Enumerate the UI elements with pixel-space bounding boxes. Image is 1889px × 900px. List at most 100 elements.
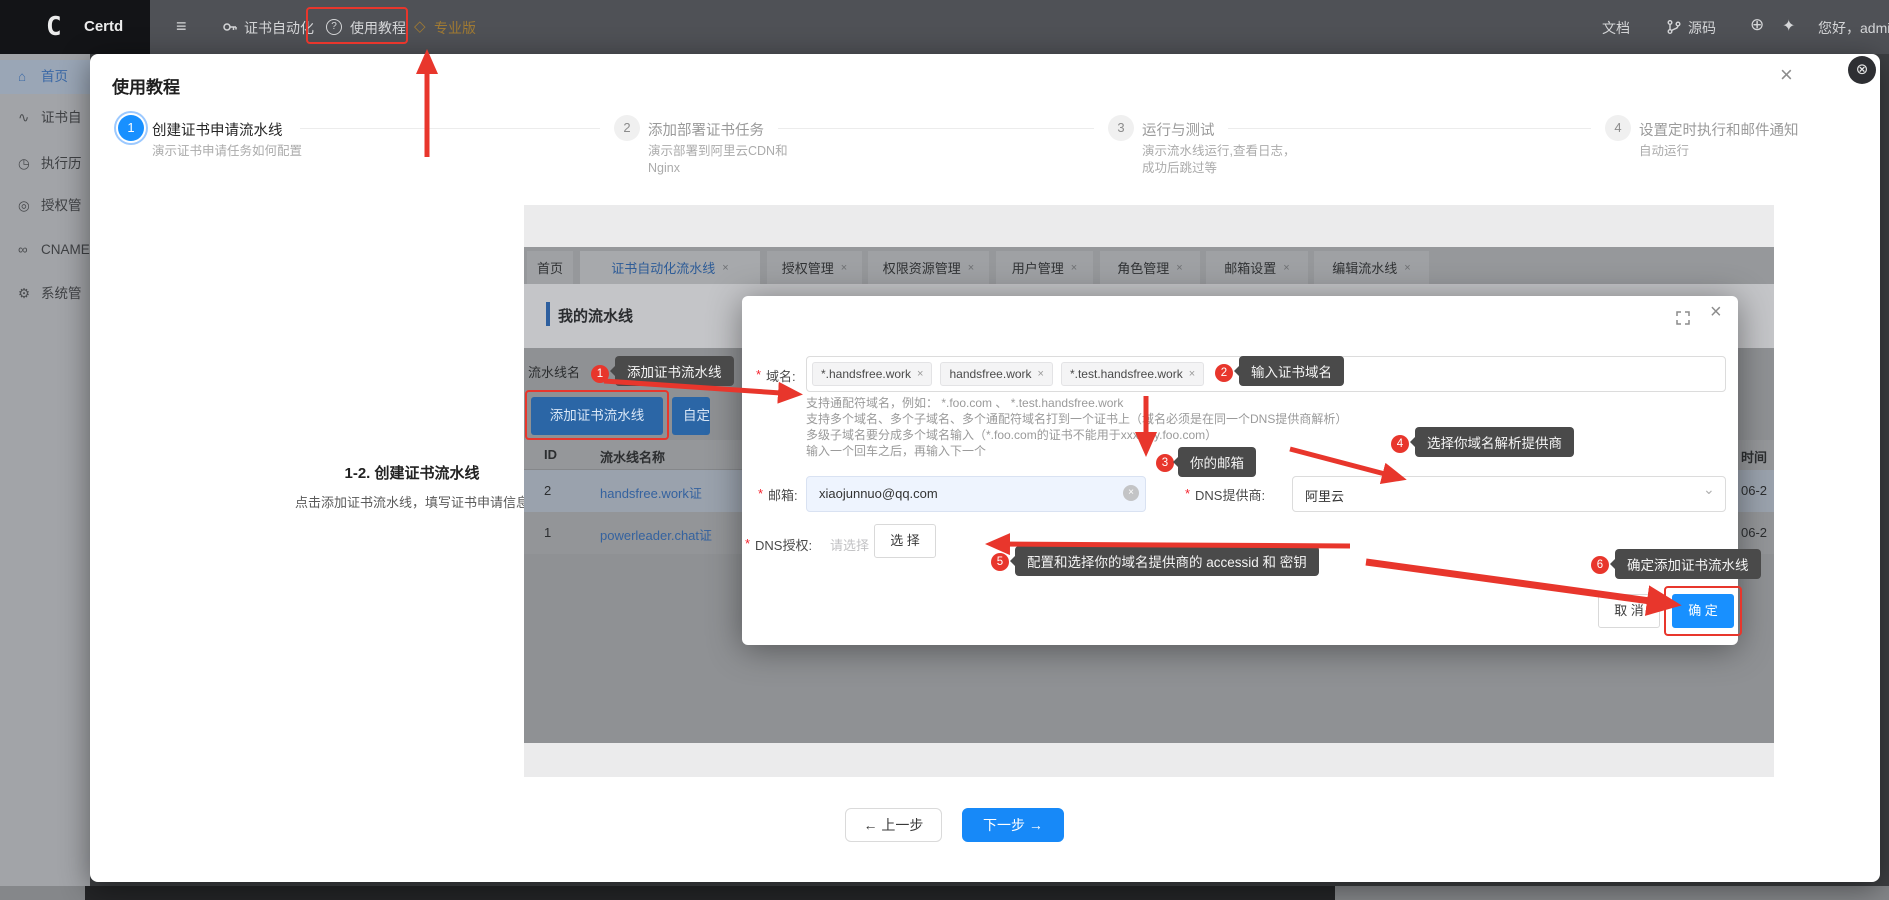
tooltip-arrow	[1410, 437, 1415, 447]
table-time-header: 时间	[1738, 440, 1774, 470]
step-1-dot: 1	[118, 115, 144, 141]
tab-close-icon[interactable]: ×	[1283, 262, 1289, 274]
tab-auth-manage[interactable]: 授权管理 ×	[767, 251, 862, 284]
row-pipeline-link[interactable]: handsfree.work证	[600, 483, 702, 502]
sidebar-item-history[interactable]: ◷执行历	[0, 147, 90, 181]
brand-title: Certd	[84, 18, 123, 35]
step-4-dot: 4	[1605, 115, 1631, 141]
prev-step-button[interactable]: ← 上一步	[845, 808, 942, 842]
custom-pipeline-button[interactable]: 自定	[672, 397, 710, 435]
certd-logo-icon: C	[46, 12, 62, 42]
domain-field-label: 域名:	[766, 366, 796, 385]
email-value: xiaojunnuo@qq.com	[819, 486, 938, 501]
tag-label: handsfree.work	[949, 367, 1031, 381]
dns-auth-placeholder: 请选择	[830, 535, 869, 554]
annotation-tip-6: 确定添加证书流水线	[1615, 549, 1761, 579]
git-branch-icon	[1666, 19, 1682, 35]
user-greeting[interactable]: 您好，admin	[1818, 18, 1889, 38]
tag-close-icon[interactable]: ×	[1038, 368, 1044, 380]
sidebar-item-cert-automation[interactable]: ∿证书自	[0, 101, 90, 135]
step-connector	[300, 128, 600, 129]
chevron-down-icon: ⌄	[1703, 481, 1715, 498]
shot-header-strip	[524, 205, 1774, 247]
pagetitle-accent-bar	[546, 302, 550, 326]
tab-email-settings[interactable]: 邮箱设置 ×	[1206, 251, 1308, 284]
annotation-tip-5: 配置和选择你的域名提供商的 accessid 和 密钥	[1015, 546, 1319, 576]
tab-permission-manage[interactable]: 权限资源管理 ×	[868, 251, 989, 284]
nav-source-code[interactable]: 源码	[1688, 18, 1716, 38]
tag-close-icon[interactable]: ×	[917, 368, 923, 380]
globe-icon[interactable]: ⊕	[1750, 15, 1764, 35]
modal-close-icon[interactable]: ×	[1780, 62, 1793, 88]
next-step-button[interactable]: 下一步 →	[962, 808, 1064, 842]
nav-cert-automation[interactable]: 证书自动化	[244, 18, 314, 38]
step-1-desc: 演示证书申请任务如何配置	[152, 143, 312, 160]
row-pipeline-link[interactable]: powerleader.chat证	[600, 525, 712, 544]
table-col-id: ID	[544, 447, 557, 462]
tooltip-text: 输入证书域名	[1251, 365, 1332, 380]
annotation-badge-4: 4	[1391, 435, 1409, 453]
sidebar-item-label: 授权管	[41, 198, 82, 213]
sidebar-item-home[interactable]: ⌂首页	[0, 60, 90, 94]
nav-tutorial[interactable]: 使用教程	[350, 18, 406, 38]
clear-input-icon[interactable]: ×	[1123, 485, 1139, 501]
domain-help-line: 多级子域名要分成多个域名输入（*.foo.com的证书不能用于xxx.yyy.f…	[806, 426, 1217, 443]
sidebar-item-auth[interactable]: ◎授权管	[0, 189, 90, 223]
fullscreen-icon[interactable]	[1675, 310, 1691, 326]
domain-tag[interactable]: handsfree.work ×	[940, 362, 1052, 386]
sidebar-collapse-icon[interactable]: ≡	[176, 16, 187, 37]
sidebar-item-system[interactable]: ⚙系统管	[0, 277, 90, 311]
tab-close-icon[interactable]: ×	[1071, 262, 1077, 274]
floating-close-button[interactable]: ⊗	[1848, 56, 1876, 84]
step-2-dot: 2	[614, 115, 640, 141]
domain-tag[interactable]: *.test.handsfree.work ×	[1061, 362, 1204, 386]
step-4-title: 设置定时执行和邮件通知	[1639, 119, 1799, 140]
tab-role-manage[interactable]: 角色管理 ×	[1100, 251, 1200, 284]
cancel-button[interactable]: 取 消	[1598, 594, 1660, 628]
table-time-cell: 06-2	[1738, 470, 1774, 512]
tab-home[interactable]: 首页	[527, 251, 573, 284]
step-connector	[778, 128, 1094, 129]
required-asterisk: *	[756, 367, 761, 382]
sidebar-item-label: 证书自	[41, 110, 82, 125]
step-2-title: 添加部署证书任务	[648, 119, 764, 140]
required-asterisk: *	[1185, 486, 1190, 501]
screen: C Certd ≡ 证书自动化 ? 使用教程 ◇ 专业版 文档 源码 ⊕ ✦ 您…	[0, 0, 1889, 900]
dns-provider-value: 阿里云	[1305, 486, 1344, 505]
domain-tag-list: *.handsfree.work× handsfree.work × *.test…	[812, 362, 1204, 386]
time-value: 06-2	[1741, 483, 1767, 498]
tab-close-icon[interactable]: ×	[1404, 262, 1410, 274]
email-input[interactable]: xiaojunnuo@qq.com ×	[806, 476, 1146, 512]
tab-cert-pipeline[interactable]: 证书自动化流水线 ×	[580, 251, 760, 284]
sidebar-item-cname[interactable]: ∞CNAME	[0, 233, 90, 267]
sidebar-item-label: 首页	[41, 69, 68, 84]
time-value: 06-2	[1741, 525, 1767, 540]
domain-help-line: 支持通配符域名，例如： *.foo.com 、 *.test.handsfree…	[806, 394, 1123, 411]
tag-label: *.test.handsfree.work	[1070, 367, 1183, 381]
annotation-tip-3: 你的邮箱	[1178, 447, 1256, 477]
tab-close-icon[interactable]: ×	[1176, 262, 1182, 274]
email-field-label: 邮箱:	[768, 485, 798, 504]
scrollbar-thumb[interactable]	[85, 886, 1335, 900]
tab-label: 角色管理	[1117, 258, 1169, 277]
nav-docs[interactable]: 文档	[1602, 18, 1630, 38]
dns-provider-select[interactable]: 阿里云 ⌄	[1292, 476, 1726, 512]
tab-user-manage[interactable]: 用户管理 ×	[996, 251, 1093, 284]
tab-close-icon[interactable]: ×	[841, 262, 847, 274]
annotation-badge-1: 1	[591, 365, 609, 383]
dns-provider-label: DNS提供商:	[1195, 485, 1265, 504]
sparkles-icon[interactable]: ✦	[1782, 16, 1795, 36]
ok-button[interactable]: 确 定	[1672, 594, 1734, 628]
tab-close-icon[interactable]: ×	[722, 262, 728, 274]
nav-pro-version[interactable]: 专业版	[434, 18, 476, 38]
domain-tag[interactable]: *.handsfree.work×	[812, 362, 932, 386]
tooltip-arrow	[1173, 457, 1178, 467]
tag-close-icon[interactable]: ×	[1189, 368, 1195, 380]
tooltip-arrow	[1010, 556, 1015, 566]
add-pipeline-button[interactable]: 添加证书流水线	[531, 397, 663, 435]
tab-edit-pipeline[interactable]: 编辑流水线 ×	[1314, 251, 1429, 284]
tab-close-icon[interactable]: ×	[968, 262, 974, 274]
required-asterisk: *	[758, 486, 763, 501]
dialog-close-icon[interactable]: ×	[1710, 301, 1722, 324]
choose-auth-button[interactable]: 选 择	[874, 524, 936, 558]
